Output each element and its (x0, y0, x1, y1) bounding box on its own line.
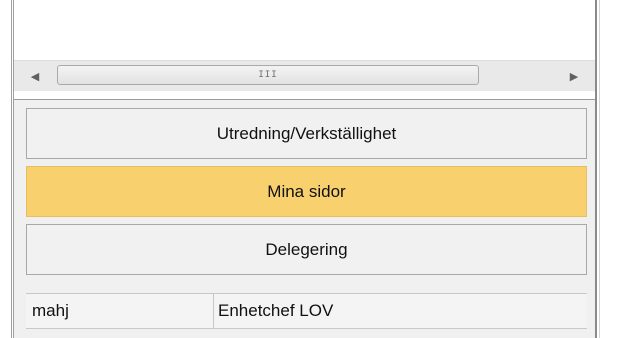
right-border (595, 0, 597, 338)
grip-icon: III (258, 69, 278, 80)
scroll-left-icon[interactable]: ◀ (20, 61, 50, 91)
nav-button-delegering[interactable]: Delegering (26, 224, 587, 275)
scroll-right-icon[interactable]: ▶ (559, 61, 589, 91)
status-user: mahj (26, 294, 214, 328)
status-bar: mahj Enhetchef LOV (26, 293, 587, 329)
left-border (11, 0, 12, 338)
nav-button-utredning[interactable]: Utredning/Verkställighet (26, 108, 587, 159)
right-panel (600, 0, 632, 338)
app-window: ◀ III ▶ Utredning/Verkställighet Mina si… (0, 0, 632, 338)
list-area[interactable] (14, 0, 595, 60)
status-role: Enhetchef LOV (218, 301, 334, 320)
nav-button-mina-sidor[interactable]: Mina sidor (26, 166, 587, 217)
scroll-thumb[interactable]: III (57, 65, 479, 85)
horizontal-scrollbar[interactable]: ◀ III ▶ (14, 60, 595, 91)
